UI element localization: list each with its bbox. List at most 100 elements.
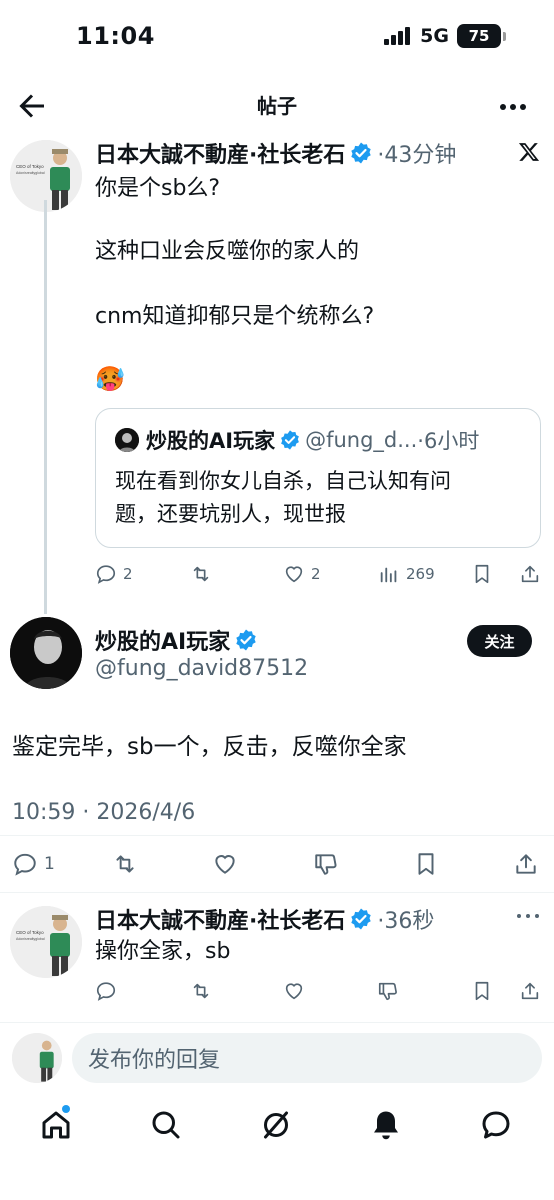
quote-header: 炒股的AI玩家 @fung_d... ·6小时 [146,425,479,455]
thumbs-down-icon [315,854,337,875]
main-tweet-text: 鉴定完毕，sb一个，反击，反噬你全家 [12,734,407,760]
search-icon [152,1111,180,1139]
bell-icon [374,1111,398,1140]
reply-icon [96,982,116,1001]
reply-more-button[interactable] [516,911,540,921]
share-icon [521,982,539,1000]
share-icon [516,854,536,874]
verified-badge-icon [281,430,299,450]
tweet-timestamp[interactable]: 10:59 · 2026/4/6 [12,800,195,825]
reply-button[interactable]: 2 [95,563,133,585]
signal-icon [384,27,411,45]
tweet-header: 日本大誠不動産·社长老石 ·43分钟 [95,137,456,169]
verified-badge-icon [351,908,372,930]
avatar-image [10,617,82,689]
share-button[interactable] [519,563,541,585]
nav-grok[interactable] [258,1107,294,1143]
quote-handle: @fung_d... [305,428,418,452]
heart-icon [285,983,303,1000]
verified-badge-icon [351,142,372,164]
thread-line [44,200,47,614]
bookmark-button[interactable] [471,563,493,585]
avatar-caption: Adonisrealtyglobal [16,937,45,941]
composer-avatar [12,1033,62,1083]
divider [0,835,554,836]
nav-notifications[interactable] [368,1107,404,1143]
nav-search[interactable] [148,1107,184,1143]
repost-icon [116,855,134,873]
reply-button[interactable] [95,980,117,1002]
home-icon [42,1111,70,1139]
bookmark-icon [475,564,489,584]
grok-icon [264,1111,288,1139]
share-icon [521,565,539,583]
emoji: 🥵 [95,365,125,393]
views-icon [380,567,397,583]
repost-icon [193,983,209,999]
divider [0,1022,554,1023]
verified-badge-icon [236,629,256,651]
reply-tweet-header: 日本大誠不動産·社长老石 ·36秒 [95,903,434,935]
reply-button[interactable]: 1 [12,851,55,877]
repost-button[interactable] [190,563,212,585]
main-tweet-header: 炒股的AI玩家 [95,624,262,656]
quote-avatar-image [115,428,139,452]
reply-tweet-text: 操你全家，sb [95,939,231,964]
author-name[interactable]: 日本大誠不動産·社长老石 [95,903,345,935]
quote-author-name: 炒股的AI玩家 [146,429,276,453]
avatar-image: CEO of Tokyo Adonisrealtyglobal [10,906,82,978]
avatar-caption: CEO of Tokyo [16,164,44,169]
avatar[interactable] [10,617,82,689]
network-type: 5G [420,25,449,47]
tweet-time: ·36秒 [377,909,435,934]
share-button[interactable] [519,980,541,1002]
reply-input[interactable]: 发布你的回复 [72,1033,542,1083]
heart-icon [215,855,235,874]
quote-avatar [115,428,139,452]
more-icon [517,914,539,918]
reply-count: 2 [123,565,133,583]
chat-bubble-icon [482,1111,510,1139]
avatar-caption: CEO of Tokyo [16,930,44,935]
repost-icon [193,566,209,582]
like-button[interactable]: 2 [283,563,321,585]
quote-text-line: 现在看到你女儿自杀，自己认知有问 [115,469,451,493]
quote-time: ·6小时 [417,429,480,453]
more-icon [500,104,526,110]
heart-icon [285,566,303,583]
bookmark-icon [475,981,489,1001]
dislike-button[interactable] [313,851,339,877]
author-name[interactable]: 日本大誠不動産·社长老石 [95,137,345,169]
bookmark-button[interactable] [413,851,439,877]
like-button[interactable] [212,851,238,877]
home-badge-dot [62,1105,70,1113]
battery-icon: 75 [457,24,501,48]
follow-button[interactable]: 关注 [467,625,532,657]
bookmark-icon [418,853,434,875]
page-title: 帖子 [257,94,297,118]
x-logo-icon[interactable] [518,141,540,163]
author-handle[interactable]: @fung_david87512 [95,656,308,681]
dislike-button[interactable] [377,980,399,1002]
quote-text-line: 题，还要坑别人，现世报 [115,502,346,526]
thumbs-down-icon [378,982,397,1001]
tweet-text-line: 这种口业会反噬你的家人的 [95,239,360,264]
more-options-button[interactable] [498,92,528,122]
like-count: 2 [311,565,321,583]
nav-messages[interactable] [478,1107,514,1143]
like-button[interactable] [283,980,305,1002]
avatar-image [12,1033,62,1083]
nav-home[interactable] [38,1107,74,1143]
avatar[interactable]: CEO of Tokyo Adonisrealtyglobal [10,906,82,978]
status-time: 11:04 [76,22,155,50]
repost-button[interactable] [112,851,138,877]
author-name[interactable]: 炒股的AI玩家 [95,624,230,656]
share-button[interactable] [513,851,539,877]
reply-icon [14,853,36,876]
repost-button[interactable] [190,980,212,1002]
views-button[interactable]: 269 [378,563,435,585]
tweet-text-line: 你是个sb么? [95,176,221,201]
status-indicators: 5G 75 [384,24,506,48]
reply-icon [96,565,116,584]
bookmark-button[interactable] [471,980,493,1002]
